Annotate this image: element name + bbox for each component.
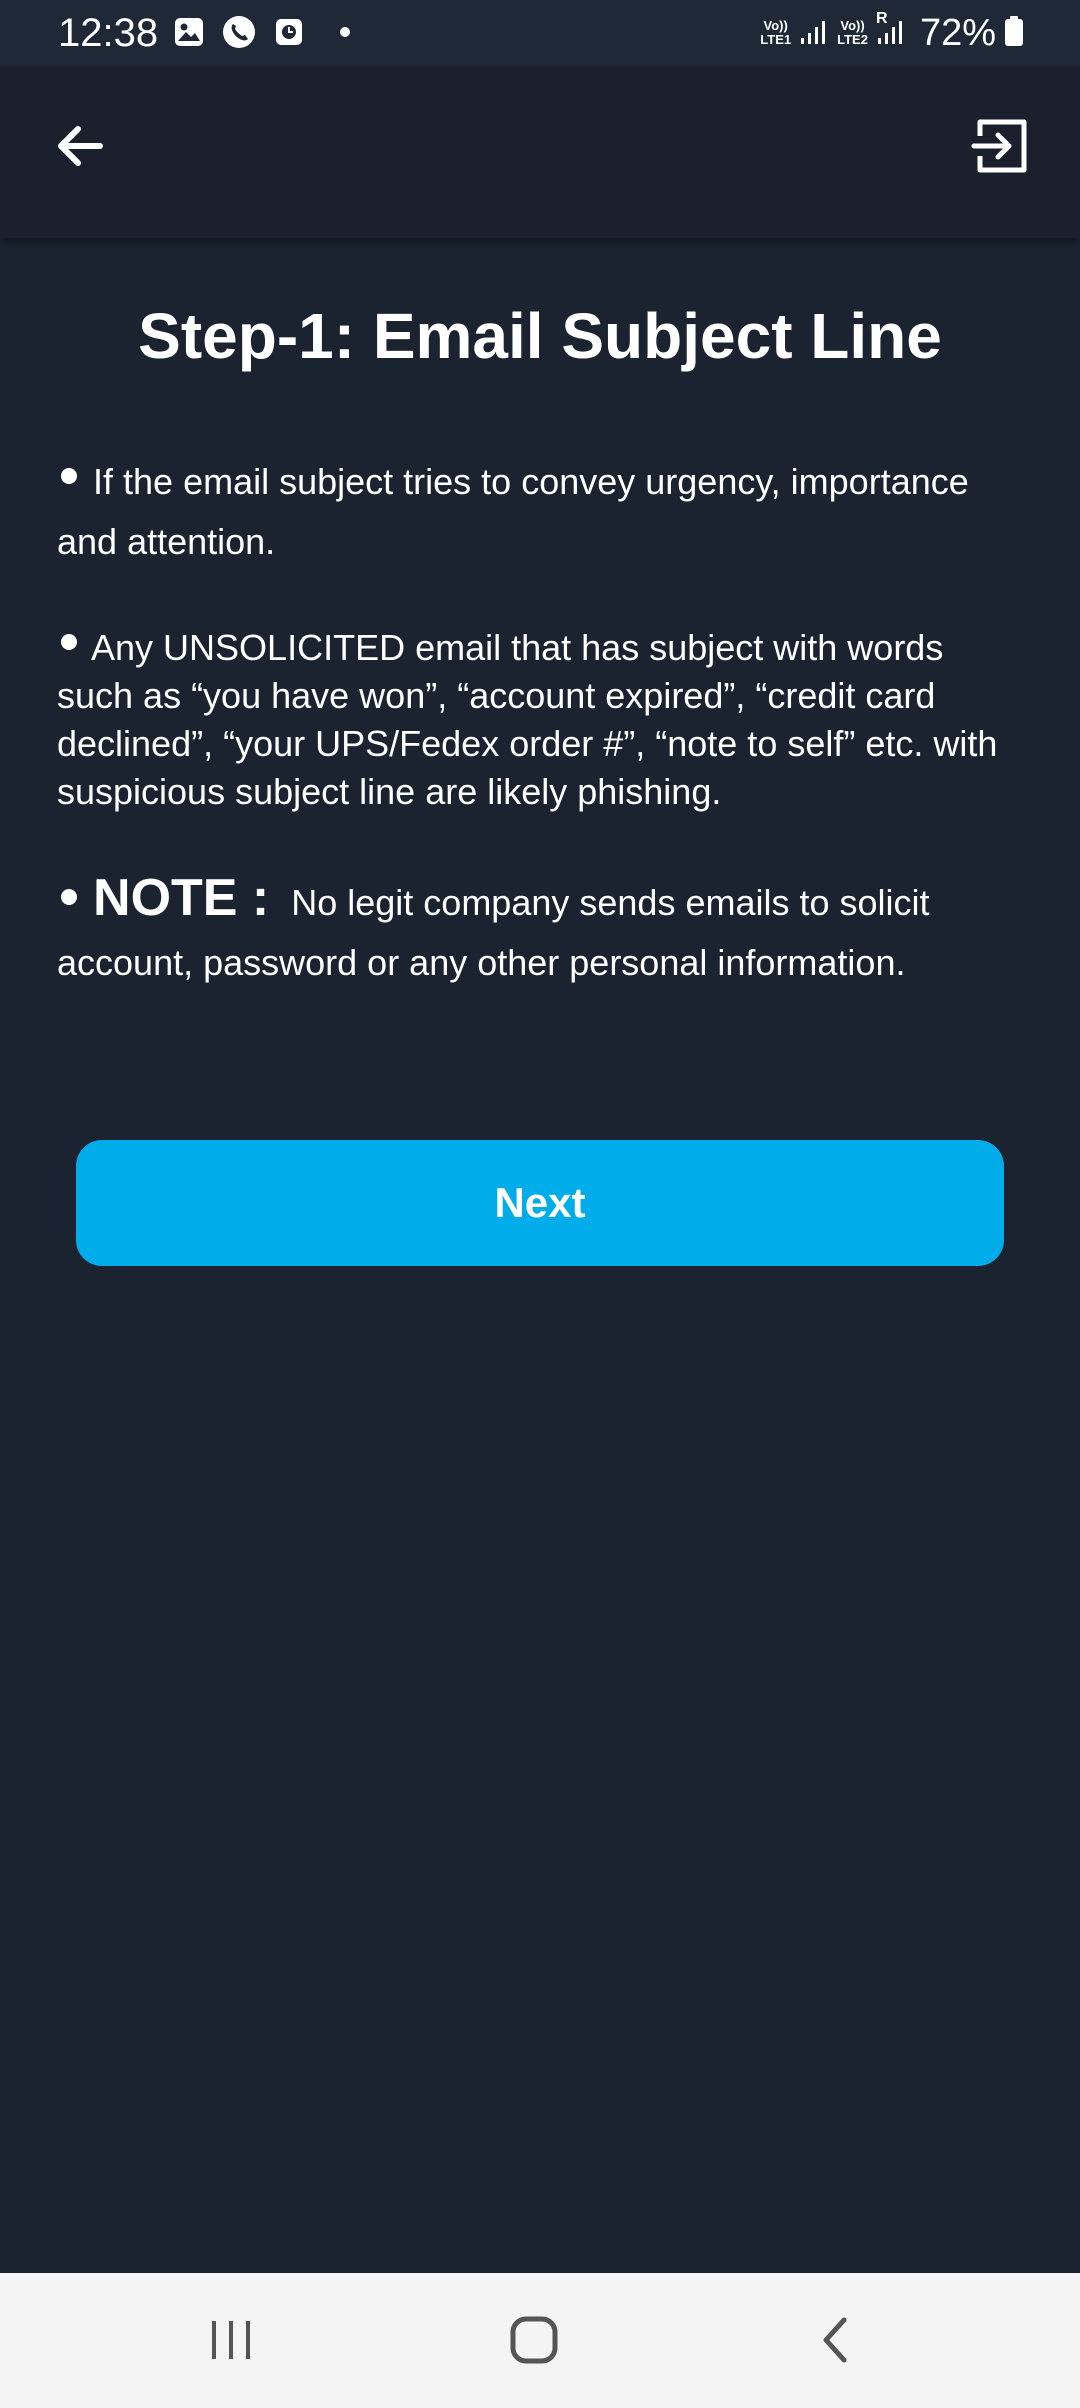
back-button[interactable]	[40, 106, 120, 186]
instruction-list: If the email subject tries to convey urg…	[57, 452, 1027, 1029]
bullet-icon	[61, 634, 77, 650]
bullet-icon	[61, 468, 77, 484]
status-icons-left	[172, 15, 350, 49]
arrow-left-icon	[58, 126, 103, 166]
recents-button[interactable]	[181, 2295, 281, 2385]
gallery-icon	[172, 15, 206, 49]
status-bar: 12:38 Vo)) LTE1 Vo)) LTE2 R 72%	[0, 0, 1080, 66]
screen-recorder-icon	[272, 15, 306, 49]
next-button[interactable]: Next	[76, 1140, 1004, 1266]
list-item: If the email subject tries to convey urg…	[57, 452, 1027, 572]
nav-back-button[interactable]	[787, 2295, 887, 2385]
battery-percent: 72%	[919, 12, 996, 54]
exit-button[interactable]	[960, 106, 1040, 186]
signal-icon	[799, 16, 829, 51]
page-title: Step-1: Email Subject Line	[138, 300, 942, 372]
phone-call-icon	[222, 15, 256, 49]
notification-dot	[340, 27, 350, 37]
battery-icon	[1004, 15, 1024, 52]
bullet-text: If the email subject tries to convey urg…	[57, 461, 969, 562]
recents-icon	[212, 2321, 250, 2359]
signal-roaming: R	[876, 10, 906, 51]
home-button[interactable]	[484, 2295, 584, 2385]
note-item: NOTE : No legit company sends emails to s…	[57, 868, 1027, 993]
note-label: NOTE :	[93, 869, 270, 927]
sim1-label: Vo)) LTE1	[760, 18, 792, 47]
app-bar	[0, 66, 1080, 238]
exit-icon	[971, 119, 1027, 173]
status-time: 12:38	[58, 11, 159, 55]
list-item: Any UNSOLICITED email that has subject w…	[57, 624, 1027, 816]
sim2-label: Vo)) LTE2	[837, 18, 868, 47]
status-icons-right: Vo)) LTE1 Vo)) LTE2 R 72%	[760, 10, 1024, 56]
navigation-bar	[0, 2273, 1080, 2408]
back-chevron-icon	[823, 2317, 847, 2363]
home-icon	[510, 2316, 558, 2364]
bullet-text: Any UNSOLICITED email that has subject w…	[57, 627, 998, 812]
bullet-icon	[61, 889, 77, 905]
roaming-label: R	[875, 9, 888, 27]
